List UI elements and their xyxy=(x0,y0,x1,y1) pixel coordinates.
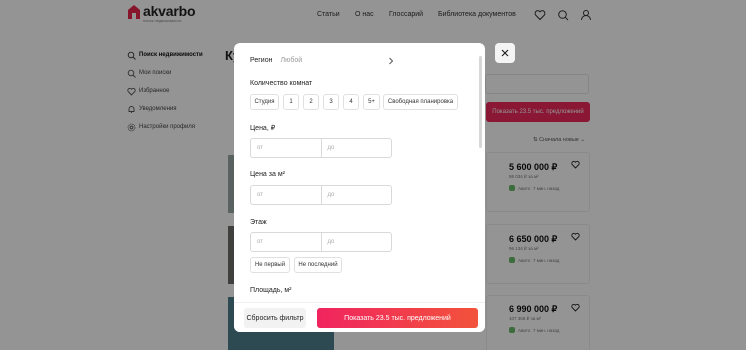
floor-option-not-first[interactable]: Не первый xyxy=(250,257,290,273)
floor-to-input[interactable]: до xyxy=(320,233,392,251)
price-range: от до xyxy=(250,138,392,158)
region-value: Любой xyxy=(280,57,303,64)
region-select[interactable]: Регион Любой xyxy=(250,57,394,65)
region-label: Регион xyxy=(250,57,273,64)
price-per-m2-label: Цена за м² xyxy=(250,171,285,178)
modal-scrollbar[interactable] xyxy=(479,56,482,148)
reset-filter-button[interactable]: Сбросить фильтр xyxy=(244,308,306,328)
rooms-option-3[interactable]: 3 xyxy=(323,94,339,110)
submit-filter-button[interactable]: Показать 23.5 тыс. предложений xyxy=(317,308,478,328)
floor-range: от до xyxy=(250,232,392,252)
floor-from-input[interactable]: от xyxy=(251,233,321,251)
chevron-right-icon xyxy=(389,57,394,65)
floor-label: Этаж xyxy=(250,219,267,226)
rooms-option-free-layout[interactable]: Свободная планировка xyxy=(383,94,458,110)
rooms-option-studio[interactable]: Студия xyxy=(250,94,279,110)
ppm-to-input[interactable]: до xyxy=(320,186,392,204)
rooms-option-5plus[interactable]: 5+ xyxy=(363,94,380,110)
rooms-option-4[interactable]: 4 xyxy=(343,94,359,110)
area-label: Площадь, м² xyxy=(250,287,292,294)
ppm-from-input[interactable]: от xyxy=(251,186,321,204)
price-label: Цена, ₽ xyxy=(250,125,276,132)
rooms-option-2[interactable]: 2 xyxy=(303,94,319,110)
floor-option-not-last[interactable]: Не последний xyxy=(294,257,342,273)
price-from-input[interactable]: от xyxy=(251,139,321,157)
close-button[interactable] xyxy=(495,43,515,63)
price-per-m2-range: от до xyxy=(250,185,392,205)
price-to-input[interactable]: до xyxy=(320,139,392,157)
modal-footer: Сбросить фильтр Показать 23.5 тыс. предл… xyxy=(234,302,485,332)
filter-modal: Регион Любой Количество комнат Студия 1 … xyxy=(234,43,485,332)
rooms-label: Количество комнат xyxy=(250,80,313,87)
rooms-option-1[interactable]: 1 xyxy=(283,94,299,110)
close-icon xyxy=(501,49,509,57)
